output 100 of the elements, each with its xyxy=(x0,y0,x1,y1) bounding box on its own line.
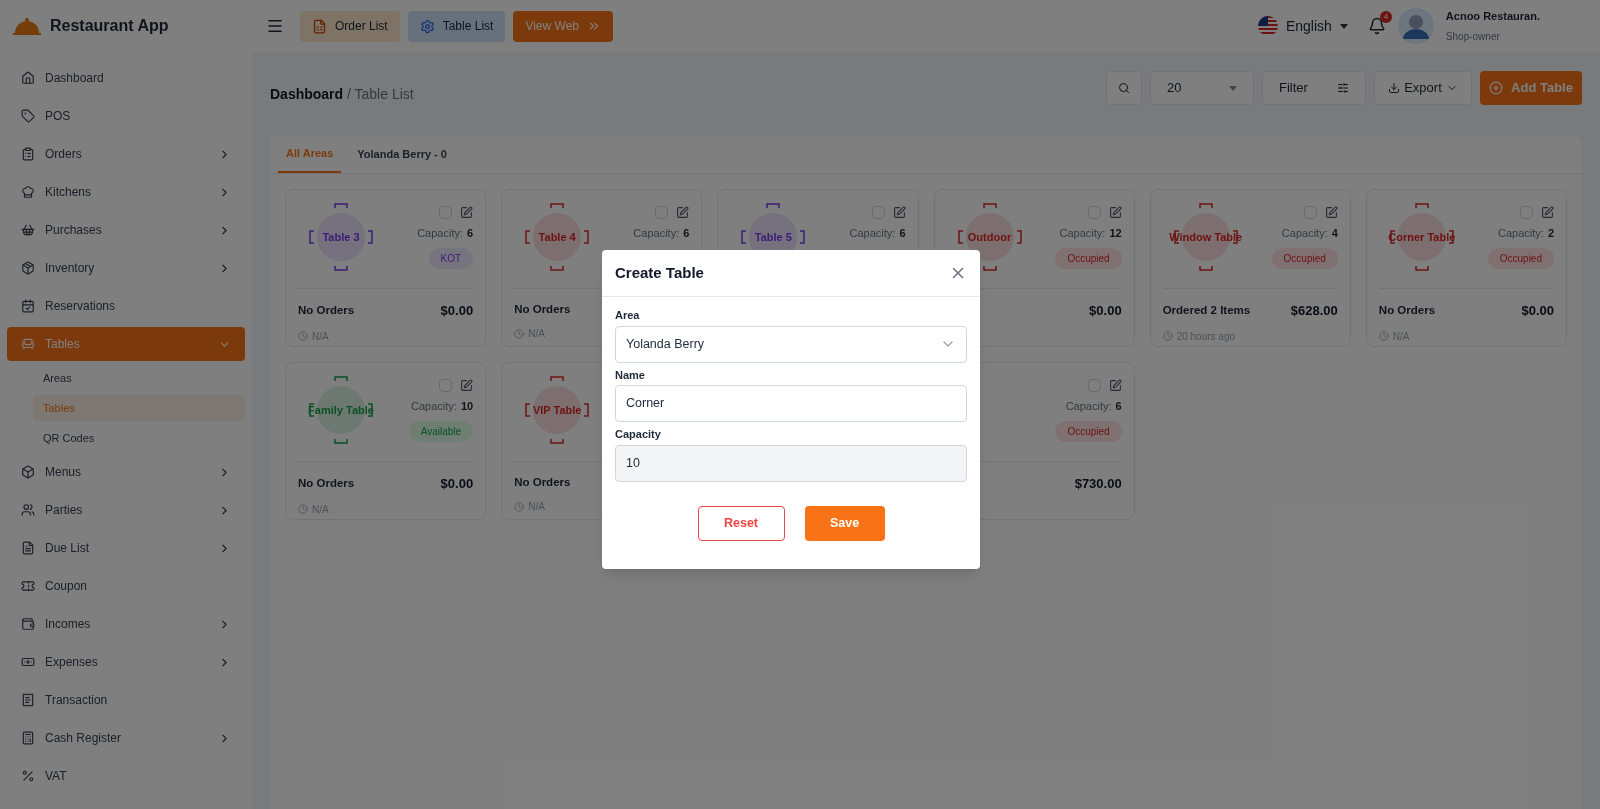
sidebar-item[interactable]: VAT xyxy=(7,759,245,793)
sidebar-item[interactable]: POS xyxy=(7,99,245,133)
menu-icon[interactable] xyxy=(266,17,284,35)
capacity-value: 6 xyxy=(467,226,474,241)
download-icon xyxy=(1388,82,1401,94)
sidebar-item[interactable]: Orders xyxy=(7,137,245,171)
capacity-label: Capacity: xyxy=(1498,226,1544,241)
sidebar-item[interactable]: Parties xyxy=(7,493,245,527)
amount-text: $0.00 xyxy=(1089,302,1122,320)
sidebar-item[interactable]: Dashboard xyxy=(7,61,245,95)
cloche-logo-icon xyxy=(12,16,42,36)
edit-icon[interactable] xyxy=(676,206,690,219)
dialog-title: Create Table xyxy=(615,262,704,283)
search-button[interactable] xyxy=(1106,71,1142,105)
banknote-icon xyxy=(21,655,35,669)
clock-icon xyxy=(1162,331,1173,341)
user-role: Shop-owner xyxy=(1445,29,1501,44)
sidebar-item[interactable]: Inventory xyxy=(7,251,245,285)
edit-icon[interactable] xyxy=(460,379,474,392)
sidebar-item[interactable]: Purchases xyxy=(7,213,245,247)
notification-count: 4 xyxy=(1379,11,1392,23)
breadcrumb-current: Table List xyxy=(354,85,414,102)
calendar-icon xyxy=(21,299,35,313)
area-tab[interactable]: All Areas xyxy=(278,136,342,173)
sidebar-item[interactable]: Incomes xyxy=(7,607,245,641)
sidebar-subitem[interactable]: QR Codes xyxy=(33,425,245,451)
user-name: Acnoo Restauran. xyxy=(1445,9,1540,25)
calculator-icon xyxy=(21,731,35,745)
sidebar-item[interactable]: Tables xyxy=(7,327,245,361)
capacity-value: 4 xyxy=(1331,226,1338,241)
sidebar-item[interactable]: Expenses xyxy=(7,645,245,679)
language-selector[interactable]: English xyxy=(1249,15,1356,37)
avatar-icon[interactable] xyxy=(1397,8,1434,44)
gear-icon xyxy=(419,18,435,34)
quick-link-button[interactable]: View Web xyxy=(513,10,613,42)
edit-icon[interactable] xyxy=(1108,379,1122,392)
box-icon xyxy=(21,465,35,479)
sidebar-item[interactable]: Menus xyxy=(7,455,245,489)
basket-icon xyxy=(21,223,35,237)
capacity-value: 6 xyxy=(899,226,906,241)
edit-icon[interactable] xyxy=(1108,206,1122,219)
export-button[interactable]: Export xyxy=(1374,71,1472,105)
amount-text: $628.00 xyxy=(1290,302,1338,320)
wallet-icon xyxy=(21,617,35,631)
capacity-label: Capacity: xyxy=(411,399,457,414)
capacity-label: Capacity: xyxy=(1059,226,1106,241)
orders-text: No Orders xyxy=(298,303,355,319)
per-page-select[interactable]: 20 xyxy=(1150,71,1254,105)
status-badge: KOT xyxy=(428,247,474,269)
quick-link-button[interactable]: Order List xyxy=(300,10,400,42)
field-label: Capacity xyxy=(615,427,662,442)
users-icon xyxy=(21,503,35,517)
orders-text: Ordered 2 Items xyxy=(1162,303,1251,319)
table-name: VIP Table xyxy=(531,403,583,418)
clipboard-icon xyxy=(21,147,35,161)
sidebar-item[interactable]: Reservations xyxy=(7,289,245,323)
capacity-value: 10 xyxy=(460,399,474,414)
clock-icon xyxy=(1378,331,1389,341)
sidebar-item[interactable]: Kitchens xyxy=(7,175,245,209)
status-badge: Occupied xyxy=(1055,247,1122,269)
sidebar-item[interactable]: Cash Register xyxy=(7,721,245,755)
bell-icon[interactable] xyxy=(1367,17,1386,35)
add-table-button[interactable]: Add Table xyxy=(1480,71,1582,105)
plus-icon xyxy=(1489,81,1504,95)
edit-icon[interactable] xyxy=(1541,206,1554,219)
capacity-label: Capacity: xyxy=(1281,226,1328,241)
edit-icon[interactable] xyxy=(460,206,474,219)
breadcrumb-separator: / xyxy=(347,85,351,102)
sidebar-item[interactable]: Coupon xyxy=(7,569,245,603)
capacity-label: Capacity: xyxy=(849,226,896,241)
caret-icon xyxy=(1339,23,1348,29)
sidebar-item[interactable]: Transaction xyxy=(7,683,245,717)
field-label: Name xyxy=(615,367,646,383)
sliders-icon xyxy=(1337,82,1349,94)
capacity-label: Capacity: xyxy=(417,226,464,241)
document-icon xyxy=(312,18,327,34)
area-tab[interactable]: Yolanda Berry - 0 xyxy=(349,136,455,173)
orders-text: No Orders xyxy=(514,302,571,317)
ticket-icon xyxy=(21,579,35,593)
status-badge: Occupied xyxy=(1055,420,1122,442)
amount-text: $0.00 xyxy=(440,475,474,493)
capacity-label: Capacity: xyxy=(1065,399,1112,414)
flag-icon xyxy=(1257,16,1278,36)
breadcrumb-root[interactable]: Dashboard xyxy=(270,85,344,102)
reset-button[interactable]: Reset xyxy=(697,505,785,541)
caret-icon xyxy=(1229,85,1237,91)
filter-button[interactable]: Filter xyxy=(1262,71,1366,105)
area-select[interactable]: Yolanda Berry xyxy=(615,325,967,363)
edit-icon[interactable] xyxy=(892,206,906,219)
input-field[interactable]: Corner xyxy=(615,385,967,422)
clock-icon xyxy=(298,331,308,341)
table-name: Table 4 xyxy=(537,230,577,245)
receipt-icon xyxy=(21,693,35,707)
edit-icon[interactable] xyxy=(1324,206,1338,219)
orders-text: No Orders xyxy=(514,475,571,490)
sidebar-item[interactable]: Due List xyxy=(7,531,245,565)
quick-link-button[interactable]: Table List xyxy=(407,10,506,42)
orders-text: No Orders xyxy=(298,476,355,492)
save-button[interactable]: Save xyxy=(804,505,885,541)
sidebar-subitem[interactable]: Areas xyxy=(33,365,245,391)
